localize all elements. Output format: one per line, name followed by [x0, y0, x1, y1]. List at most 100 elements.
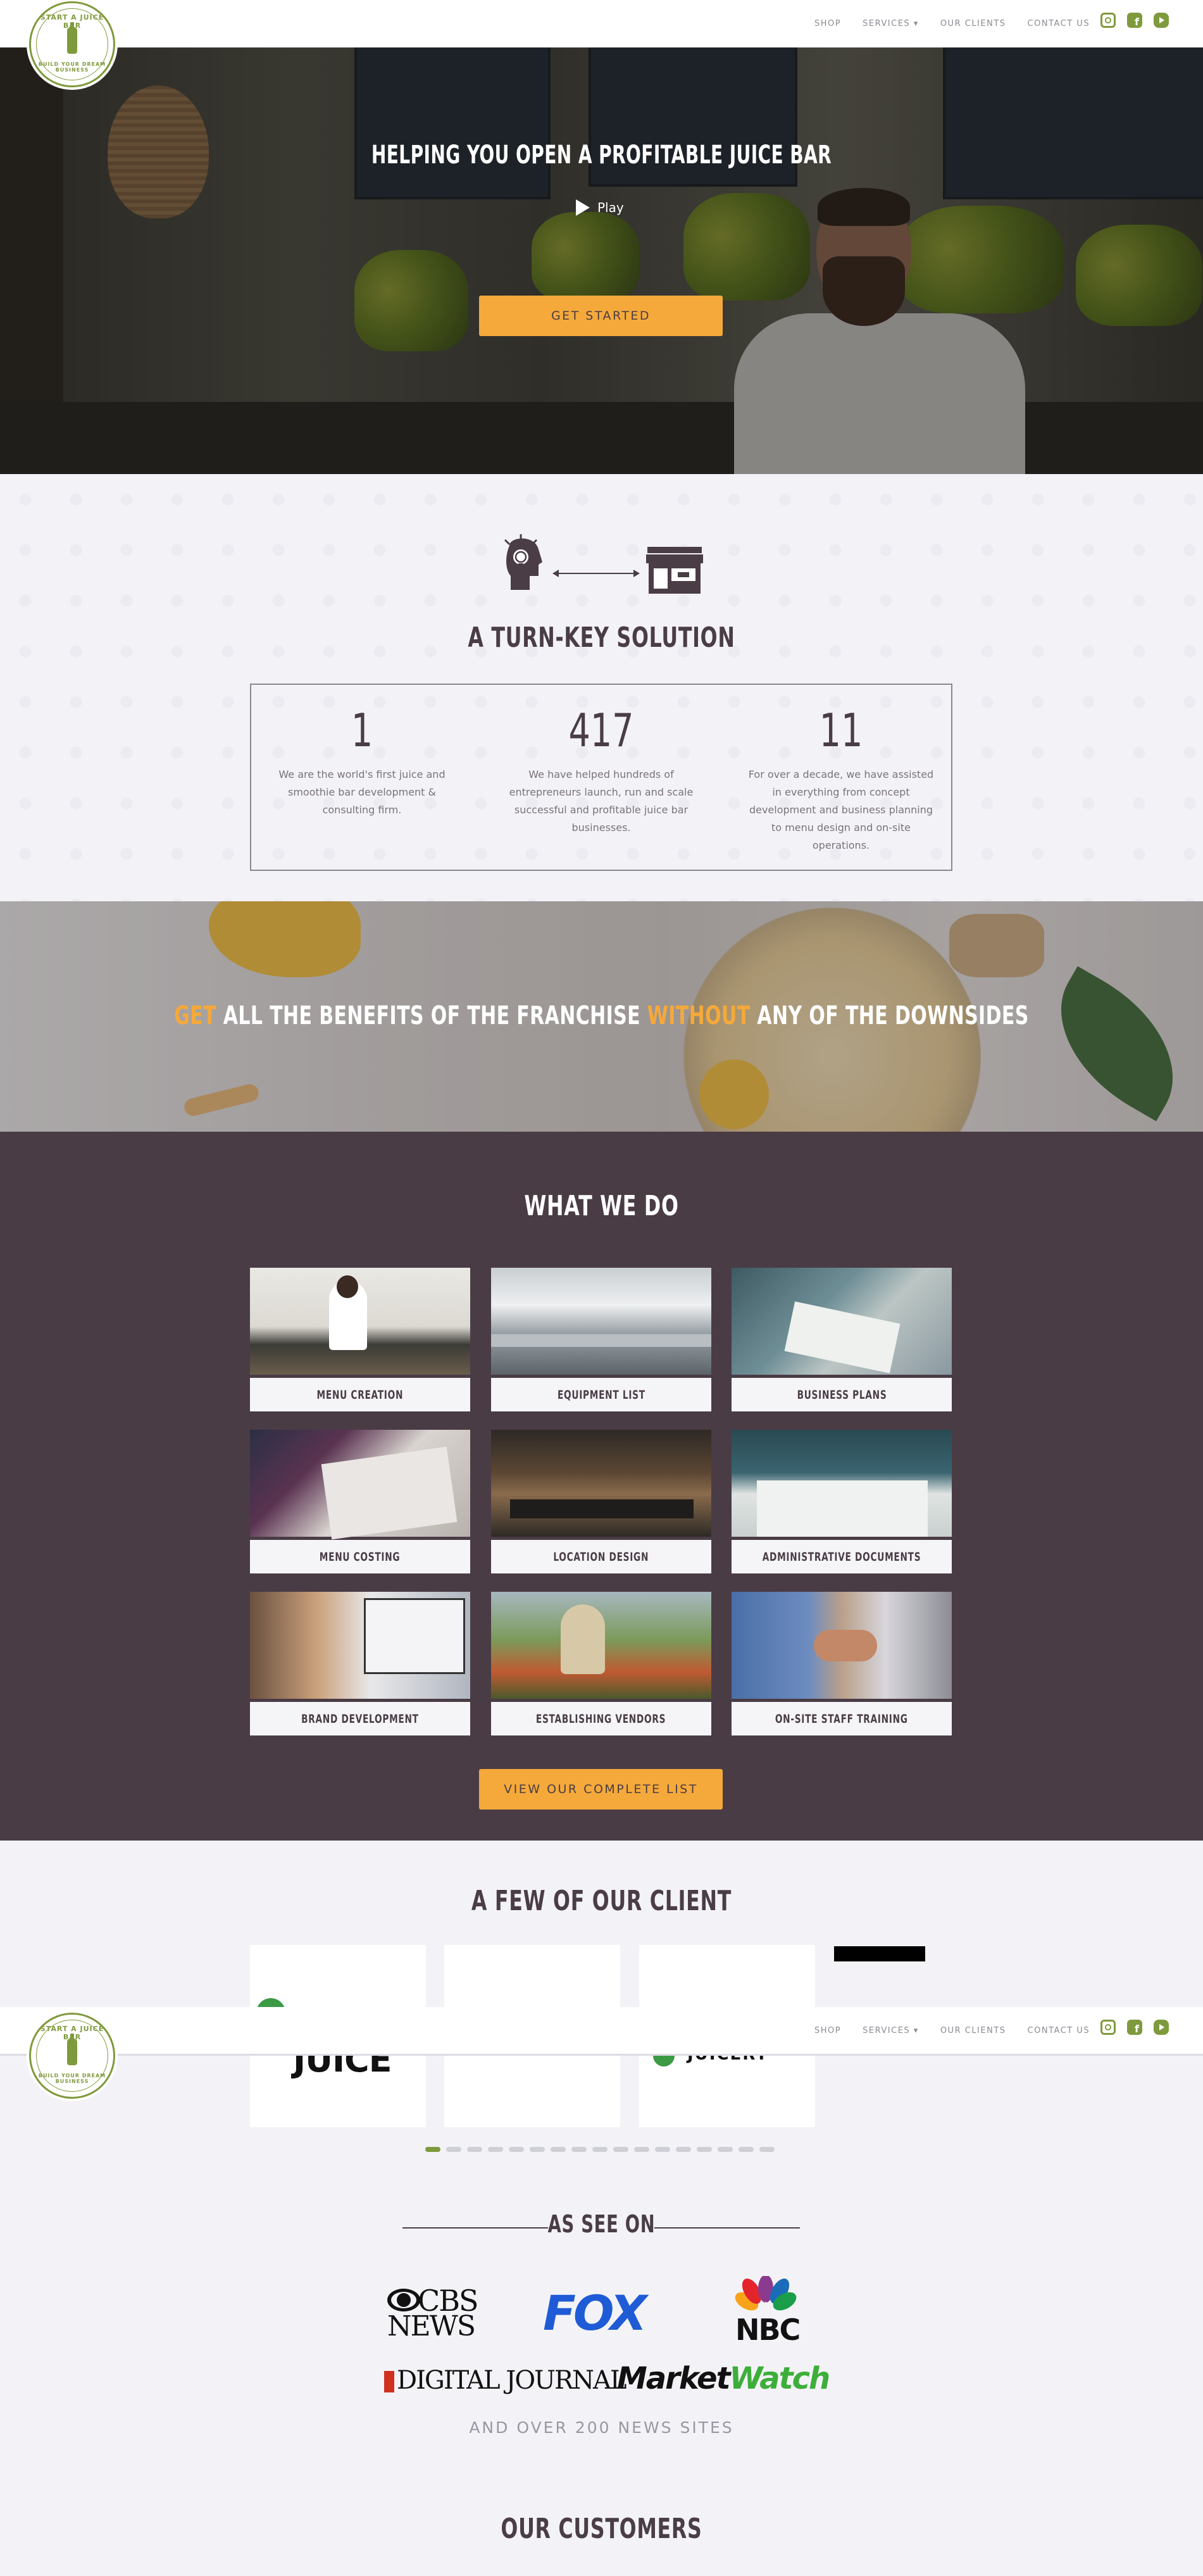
clients-title: A FEW OF OUR CLIENT	[471, 1885, 732, 1917]
image-handshake	[814, 1630, 877, 1661]
customers-title: OUR CUSTOMERS	[501, 2513, 702, 2545]
service-card-brand-development[interactable]: BRAND DEVELOPMENT	[250, 1592, 470, 1735]
image-counter	[510, 1499, 694, 1518]
carousel-dot[interactable]	[530, 2147, 545, 2152]
service-card-equipment-list[interactable]: EQUIPMENT LIST	[491, 1268, 711, 1411]
main-nav: SHOP SERVICES ▾ OUR CLIENTS CONTACT US	[793, 2007, 1090, 2054]
service-label: EQUIPMENT LIST	[491, 1378, 711, 1411]
play-icon	[576, 199, 590, 216]
carousel-dot[interactable]	[571, 2147, 587, 2152]
dj-text: DIGITAL JOURNAL	[397, 2366, 626, 2395]
sticky-header: SHOP SERVICES ▾ OUR CLIENTS CONTACT US	[0, 2007, 1203, 2056]
banner-word-without: WITHOUT	[647, 1001, 751, 1030]
news-text: NEWS	[387, 2310, 476, 2342]
service-image	[250, 1268, 470, 1375]
service-label: MENU COSTING	[250, 1540, 470, 1573]
storefront-icon	[646, 547, 703, 594]
idea-to-store-icon	[504, 534, 703, 594]
image-paper	[784, 1301, 901, 1373]
carousel-dot[interactable]	[739, 2147, 754, 2152]
service-card-establishing-vendors[interactable]: ESTABLISHING VENDORS	[491, 1592, 711, 1735]
image-counter	[491, 1334, 711, 1347]
carousel-dot[interactable]	[488, 2147, 503, 2152]
what-we-do-title: WHAT WE DO	[524, 1190, 679, 1222]
carousel-dot[interactable]	[634, 2147, 649, 2152]
carousel-dot[interactable]	[425, 2147, 440, 2152]
nav-services[interactable]: SERVICES ▾	[863, 19, 919, 28]
carousel-dot[interactable]	[697, 2147, 712, 2152]
image-paper	[321, 1446, 458, 1540]
service-label: ESTABLISHING VENDORS	[491, 1702, 711, 1735]
nav-contact-us[interactable]: CONTACT US	[1028, 2026, 1090, 2035]
carousel-dot[interactable]	[655, 2147, 670, 2152]
youtube-icon[interactable]	[1154, 2020, 1169, 2035]
nav-shop[interactable]: SHOP	[814, 2026, 841, 2035]
main-nav: SHOP SERVICES ▾ OUR CLIENTS CONTACT US	[793, 0, 1090, 47]
service-label: MENU CREATION	[250, 1378, 470, 1411]
nav-our-clients[interactable]: OUR CLIENTS	[940, 2026, 1006, 2035]
service-image	[732, 1592, 952, 1699]
service-card-menu-costing[interactable]: MENU COSTING	[250, 1430, 470, 1573]
service-image	[250, 1592, 470, 1699]
view-complete-list-button[interactable]: VIEW OUR COMPLETE LIST	[479, 1769, 723, 1810]
nbc-logo: NBC	[733, 2275, 801, 2347]
service-card-menu-creation[interactable]: MENU CREATION	[250, 1268, 470, 1411]
carousel-dot[interactable]	[467, 2147, 482, 2152]
arrow-icon	[552, 570, 640, 577]
logo-text-bottom: BUILD YOUR DREAM BUSINESS	[38, 2073, 106, 2084]
nbc-text: NBC	[735, 2313, 801, 2347]
instagram-icon[interactable]	[1100, 13, 1116, 28]
service-card-administrative-documents[interactable]: ADMINISTRATIVE DOCUMENTS	[732, 1430, 952, 1573]
stats-box: 1 We are the world's first juice and smo…	[250, 684, 952, 871]
stat-item: 11 For over a decade, we have assisted i…	[746, 704, 936, 854]
site-logo[interactable]: START A JUICE BAR BUILD YOUR DREAM BUSIN…	[29, 2013, 115, 2099]
nav-services[interactable]: SERVICES ▾	[863, 2026, 919, 2035]
service-image	[491, 1592, 711, 1699]
instagram-icon[interactable]	[1100, 2020, 1116, 2035]
dj-word-2: JOURNAL	[499, 2366, 626, 2395]
service-image	[491, 1268, 711, 1375]
carousel-dot[interactable]	[509, 2147, 524, 2152]
service-image	[250, 1430, 470, 1540]
carousel-dot[interactable]	[446, 2147, 461, 2152]
carousel-dot[interactable]	[613, 2147, 628, 2152]
bottle-icon	[67, 2034, 77, 2065]
as-seen-on-title: AS SEE ON	[547, 2210, 656, 2238]
cbs-news-logo: CBS NEWS	[386, 2284, 479, 2342]
stat-description: For over a decade, we have assisted in e…	[748, 768, 934, 851]
image-paper	[757, 1480, 928, 1537]
logo-text-bottom: BUILD YOUR DREAM BUSINESS	[38, 61, 106, 73]
site-logo[interactable]: START A JUICE BAR BUILD YOUR DREAM BUSIN…	[29, 1, 115, 87]
carousel-dot[interactable]	[718, 2147, 733, 2152]
image-figure	[561, 1604, 605, 1674]
head-bulb-icon	[504, 534, 542, 590]
youtube-icon[interactable]	[1154, 13, 1169, 28]
carousel-dot[interactable]	[551, 2147, 566, 2152]
client-logo-black-bar	[834, 1946, 925, 1961]
service-label: BRAND DEVELOPMENT	[250, 1702, 470, 1735]
stat-number: 11	[819, 704, 863, 757]
service-card-business-plans[interactable]: BUSINESS PLANS	[732, 1268, 952, 1411]
stat-description: We have helped hundreds of entrepreneurs…	[509, 768, 694, 834]
hero-section	[0, 47, 1203, 474]
facebook-icon[interactable]	[1127, 2020, 1142, 2035]
service-card-on-site-staff-training[interactable]: ON-SITE STAFF TRAINING	[732, 1592, 952, 1735]
get-started-button[interactable]: GET STARTED	[479, 296, 723, 336]
site-header: SHOP SERVICES ▾ OUR CLIENTS CONTACT US	[0, 0, 1203, 47]
carousel-dot[interactable]	[759, 2147, 775, 2152]
bottle-icon	[67, 22, 77, 54]
hero-overlay	[0, 47, 1203, 474]
nav-our-clients[interactable]: OUR CLIENTS	[940, 19, 1006, 28]
facebook-icon[interactable]	[1127, 13, 1142, 28]
mw-watch: Watch	[729, 2361, 831, 2396]
nav-contact-us[interactable]: CONTACT US	[1028, 19, 1090, 28]
carousel-dot[interactable]	[676, 2147, 691, 2152]
carousel-dot[interactable]	[592, 2147, 608, 2152]
service-card-location-design[interactable]: LOCATION DESIGN	[491, 1430, 711, 1573]
over-200-news-sites: AND OVER 200 NEWS SITES	[469, 2418, 734, 2437]
play-video-button[interactable]: Play	[576, 197, 633, 218]
mw-market: Market	[617, 2361, 731, 2396]
turnkey-title: A TURN-KEY SOLUTION	[468, 622, 735, 654]
hero-title: HELPING YOU OPEN A PROFITABLE JUICE BAR	[371, 141, 832, 170]
nav-shop[interactable]: SHOP	[814, 19, 841, 28]
